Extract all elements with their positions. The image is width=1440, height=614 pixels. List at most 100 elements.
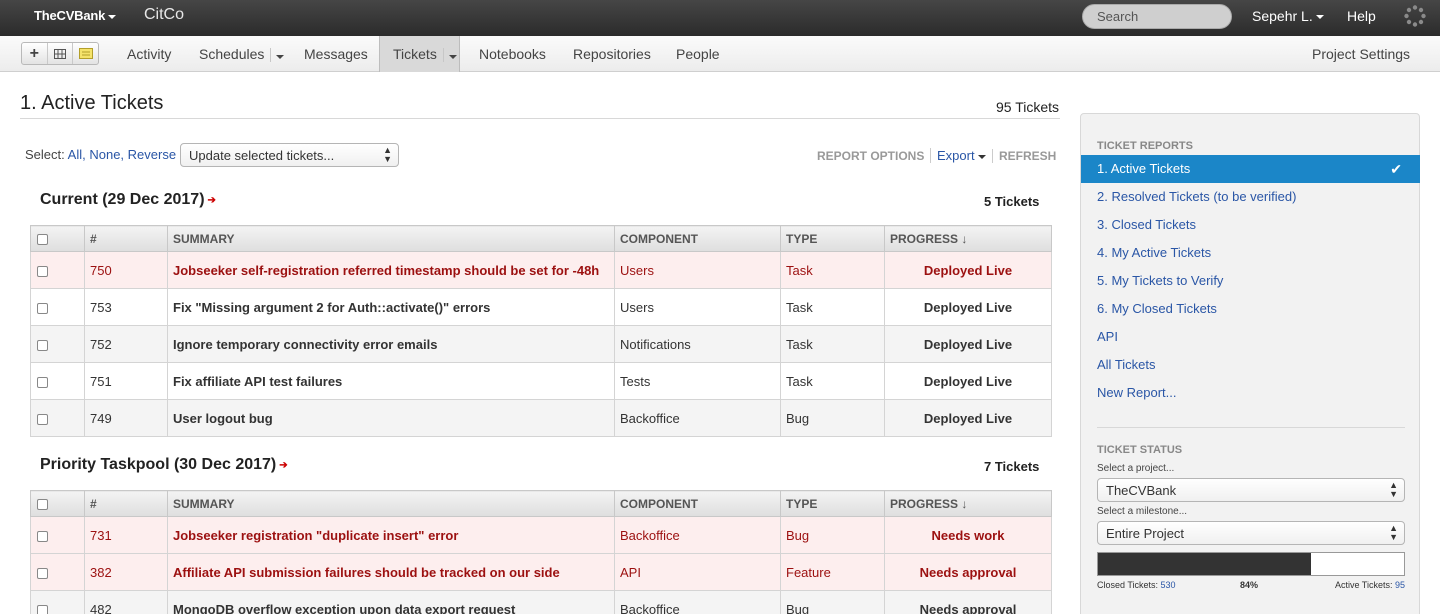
row-checkbox[interactable] (30, 251, 85, 289)
select-value: Entire Project (1106, 526, 1185, 541)
go-arrow-icon[interactable]: ➔ (208, 195, 218, 206)
chevron-down-icon[interactable] (442, 48, 457, 63)
ticket-summary[interactable]: User logout bug (167, 399, 615, 437)
chevron-down-icon[interactable] (270, 48, 285, 63)
column-summary[interactable]: SUMMARY (167, 225, 615, 252)
report-item[interactable]: 2. Resolved Tickets (to be verified) (1081, 183, 1420, 211)
ticket-summary[interactable]: Fix affiliate API test failures (167, 362, 615, 400)
table-header-row: # SUMMARY COMPONENT TYPE PROGRESS ↓ (30, 490, 1052, 517)
ticket-summary[interactable]: MongoDB overflow exception upon data exp… (167, 590, 615, 614)
column-progress[interactable]: PROGRESS ↓ (884, 225, 1052, 252)
tab-tickets[interactable]: Tickets (379, 36, 460, 72)
search-input[interactable]: Search (1082, 4, 1232, 29)
ticket-id[interactable]: 731 (84, 516, 168, 554)
table-row[interactable]: 750 Jobseeker self-registration referred … (30, 251, 1052, 289)
tab-people[interactable]: People (676, 36, 720, 72)
go-arrow-icon[interactable]: ➔ (279, 460, 289, 471)
ticket-id[interactable]: 382 (84, 553, 168, 591)
group-heading: Priority Taskpool (30 Dec 2017) ➔ (40, 456, 289, 474)
column-type[interactable]: TYPE (780, 490, 885, 517)
report-item[interactable]: API (1081, 323, 1420, 351)
ticket-component: API (614, 553, 781, 591)
tab-messages[interactable]: Messages (304, 36, 368, 72)
ticket-type: Task (780, 288, 885, 326)
user-name: Sepehr L. (1252, 8, 1313, 24)
ticket-id[interactable]: 749 (84, 399, 168, 437)
report-item[interactable]: All Tickets (1081, 351, 1420, 379)
ticket-id[interactable]: 753 (84, 288, 168, 326)
chevron-down-icon (977, 154, 986, 159)
row-checkbox[interactable] (30, 553, 85, 591)
row-checkbox[interactable] (30, 362, 85, 400)
help-link[interactable]: Help (1347, 8, 1376, 24)
tab-schedules[interactable]: Schedules (199, 36, 285, 72)
column-component[interactable]: COMPONENT (614, 225, 781, 252)
ticket-summary[interactable]: Fix "Missing argument 2 for Auth::activa… (167, 288, 615, 326)
ticket-id[interactable]: 752 (84, 325, 168, 363)
project-settings-link[interactable]: Project Settings (1312, 36, 1410, 72)
column-summary[interactable]: SUMMARY (167, 490, 615, 517)
loading-spinner-icon (1404, 5, 1426, 27)
column-type[interactable]: TYPE (780, 225, 885, 252)
column-id[interactable]: # (84, 225, 168, 252)
ticket-id[interactable]: 750 (84, 251, 168, 289)
user-menu[interactable]: Sepehr L. (1252, 8, 1324, 24)
report-item[interactable]: New Report... (1081, 379, 1420, 407)
table-row[interactable]: 382 Affiliate API submission failures sho… (30, 553, 1052, 591)
row-checkbox[interactable] (30, 590, 85, 614)
report-options-button[interactable]: REPORT OPTIONS (817, 149, 924, 163)
tab-notebooks[interactable]: Notebooks (479, 36, 546, 72)
table-row[interactable]: 749 User logout bug Backoffice Bug Deployed … (30, 399, 1052, 437)
report-item[interactable]: 3. Closed Tickets (1081, 211, 1420, 239)
report-item[interactable]: 5. My Tickets to Verify (1081, 267, 1420, 295)
row-checkbox[interactable] (30, 325, 85, 363)
table-row[interactable]: 752 Ignore temporary connectivity error e… (30, 325, 1052, 363)
refresh-button[interactable]: REFRESH (992, 149, 1056, 163)
ticket-type: Bug (780, 590, 885, 614)
tab-repositories[interactable]: Repositories (573, 36, 651, 72)
select-none-link[interactable]: None, (89, 147, 124, 162)
active-count-link[interactable]: 95 (1395, 580, 1405, 590)
report-item[interactable]: 1. Active Tickets ✔ (1081, 155, 1420, 183)
report-label: 3. Closed Tickets (1097, 217, 1196, 232)
select-label: Select: (25, 147, 65, 162)
ticket-reports-heading: TICKET REPORTS (1097, 140, 1193, 152)
row-checkbox[interactable] (30, 399, 85, 437)
ticket-summary[interactable]: Jobseeker registration "duplicate insert… (167, 516, 615, 554)
select-controls: Select: All, None, Reverse (25, 147, 176, 162)
group-ticket-count: 7 Tickets (984, 459, 1040, 474)
grid-icon[interactable] (48, 43, 74, 64)
project-select[interactable]: TheCVBank ▲ ▼ (1097, 478, 1405, 502)
account-switcher[interactable]: TheCVBank (34, 8, 117, 23)
column-progress[interactable]: PROGRESS ↓ (884, 490, 1052, 517)
select-all-checkbox[interactable] (30, 225, 85, 252)
row-checkbox[interactable] (30, 288, 85, 326)
table-row[interactable]: 751 Fix affiliate API test failures Tests T… (30, 362, 1052, 400)
row-checkbox[interactable] (30, 516, 85, 554)
table-row[interactable]: 753 Fix "Missing argument 2 for Auth::act… (30, 288, 1052, 326)
ticket-id[interactable]: 482 (84, 590, 168, 614)
milestone-select[interactable]: Entire Project ▲ ▼ (1097, 521, 1405, 545)
ticket-summary[interactable]: Jobseeker self-registration referred tim… (167, 251, 615, 289)
add-icon[interactable]: + (22, 43, 48, 64)
sidebar: TICKET REPORTS 1. Active Tickets ✔ 2. Reso… (1080, 113, 1420, 614)
export-menu[interactable]: Export (930, 148, 986, 163)
column-component[interactable]: COMPONENT (614, 490, 781, 517)
tab-activity[interactable]: Activity (127, 36, 171, 72)
column-id[interactable]: # (84, 490, 168, 517)
ticket-summary[interactable]: Ignore temporary connectivity error emai… (167, 325, 615, 363)
project-name[interactable]: CitCo (144, 6, 184, 24)
select-reverse-link[interactable]: Reverse (128, 147, 176, 162)
ticket-summary[interactable]: Affiliate API submission failures should… (167, 553, 615, 591)
report-item[interactable]: 4. My Active Tickets (1081, 239, 1420, 267)
update-selected-dropdown[interactable]: Update selected tickets... ▲ ▼ (180, 143, 399, 167)
select-all-link[interactable]: All, (68, 147, 86, 162)
ticket-id[interactable]: 751 (84, 362, 168, 400)
report-item[interactable]: 6. My Closed Tickets (1081, 295, 1420, 323)
closed-count-link[interactable]: 530 (1161, 580, 1176, 590)
select-all-checkbox[interactable] (30, 490, 85, 517)
note-icon[interactable] (73, 43, 98, 64)
table-row[interactable]: 731 Jobseeker registration "duplicate ins… (30, 516, 1052, 554)
select-arrows-icon: ▲ ▼ (1389, 480, 1398, 499)
table-row[interactable]: 482 MongoDB overflow exception upon data … (30, 590, 1052, 614)
